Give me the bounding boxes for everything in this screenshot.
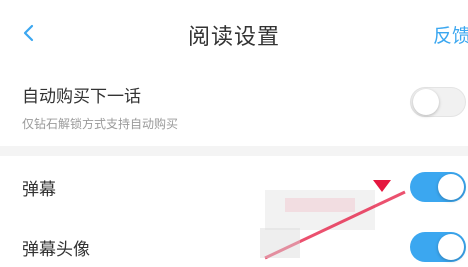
danmu-avatar-label: 弹幕头像 <box>22 240 90 260</box>
danmu-avatar-toggle[interactable] <box>410 232 466 262</box>
auto-buy-label: 自动购买下一话 <box>22 87 141 107</box>
auto-buy-setting-row: 自动购买下一话 仅钻石解锁方式支持自动购买 <box>0 66 468 148</box>
auto-buy-toggle[interactable] <box>410 87 466 117</box>
danmu-avatar-setting-row: 弹幕头像 <box>0 218 468 267</box>
feedback-link[interactable]: 反馈 <box>433 21 468 48</box>
toggle-knob <box>438 234 464 260</box>
danmu-setting-row: 弹幕 <box>0 158 468 216</box>
danmu-toggle[interactable] <box>410 172 466 202</box>
toggle-knob <box>438 174 464 200</box>
section-divider <box>0 146 468 156</box>
danmu-label: 弹幕 <box>22 180 56 200</box>
toggle-knob <box>413 89 439 115</box>
auto-buy-description: 仅钻石解锁方式支持自动购买 <box>22 117 179 131</box>
page-title: 阅读设置 <box>187 25 280 50</box>
top-bar: 阅读设置 反馈 <box>0 0 468 66</box>
